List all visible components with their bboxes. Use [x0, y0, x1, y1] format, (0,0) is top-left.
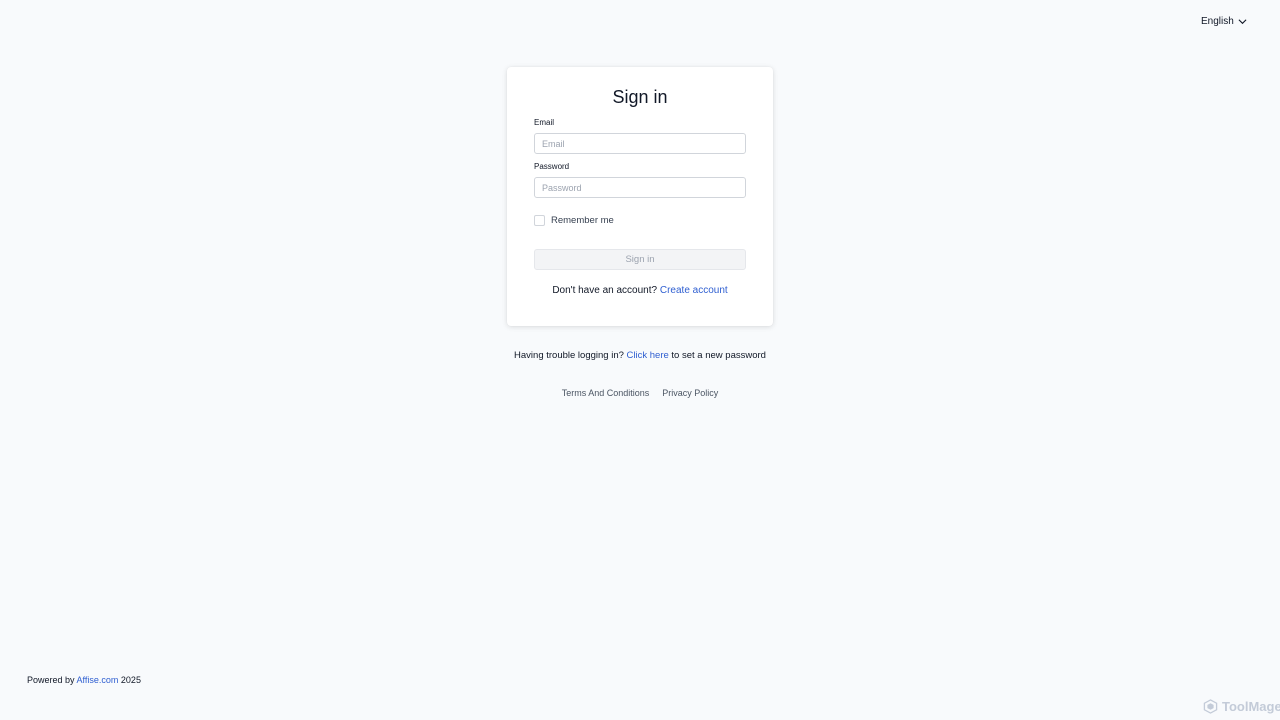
affise-link[interactable]: Affise.com: [77, 675, 119, 685]
login-page: English Sign in Email Password Remember …: [0, 0, 1280, 720]
password-label: Password: [534, 162, 570, 171]
password-help: Having trouble logging in? Click here to…: [0, 350, 1280, 361]
privacy-link[interactable]: Privacy Policy: [662, 388, 718, 398]
create-account-row: Don't have an account? Create account: [507, 285, 773, 296]
language-label: English: [1201, 16, 1234, 27]
page-title: Sign in: [612, 87, 668, 107]
legal-links: Terms And Conditions Privacy Policy: [0, 388, 1280, 398]
powered-prefix: Powered by: [27, 675, 75, 685]
no-account-text: Don't have an account?: [552, 285, 658, 296]
help-prefix: Having trouble logging in?: [514, 350, 624, 361]
help-suffix: to set a new password: [671, 350, 766, 361]
email-field[interactable]: [534, 133, 746, 154]
chevron-down-icon: [1238, 19, 1247, 25]
terms-link[interactable]: Terms And Conditions: [562, 388, 650, 398]
powered-year: 2025: [120, 675, 141, 685]
reset-password-link[interactable]: Click here: [627, 350, 669, 361]
email-label: Email: [534, 118, 555, 127]
remember-me-checkbox[interactable]: [534, 215, 545, 226]
powered-by: Powered by Affise.com 2025: [27, 675, 141, 685]
watermark: ToolMage: [1203, 699, 1280, 714]
watermark-text: ToolMage: [1222, 699, 1280, 714]
sign-in-button[interactable]: Sign in: [534, 249, 746, 270]
sign-in-card: Sign in Email Password Remember me Sign …: [507, 67, 773, 326]
remember-me-label: Remember me: [551, 215, 614, 226]
remember-me[interactable]: Remember me: [534, 215, 614, 226]
password-field[interactable]: [534, 177, 746, 198]
create-account-link[interactable]: Create account: [660, 285, 728, 296]
toolmage-logo-icon: [1203, 699, 1218, 714]
language-selector[interactable]: English: [1201, 16, 1247, 27]
